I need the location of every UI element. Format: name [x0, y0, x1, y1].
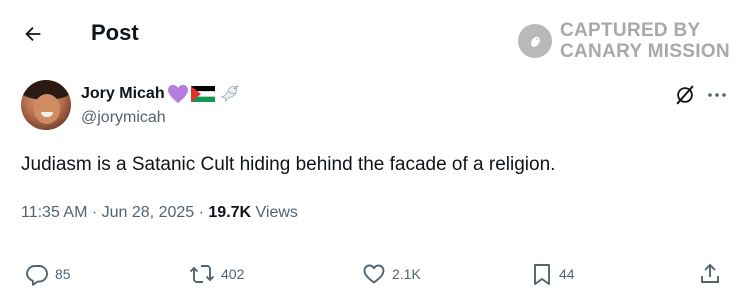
watermark-line-1: CAPTURED BY	[560, 20, 701, 41]
arrow-left-icon	[25, 26, 41, 42]
reply-count: 85	[55, 266, 71, 282]
top-header: Post CAPTURED BY CANARY MISSION	[0, 0, 750, 66]
views-count[interactable]: 19.7K	[208, 204, 251, 221]
repost-button[interactable]: 402	[189, 262, 244, 286]
meta-separator: ·	[87, 204, 102, 221]
more-dots-icon	[708, 93, 726, 97]
canary-logo-icon	[518, 24, 552, 58]
meta-separator: ·	[194, 204, 209, 221]
like-count: 2.1K	[392, 266, 421, 282]
share-icon	[701, 263, 719, 283]
heart-icon	[363, 264, 385, 284]
reply-button[interactable]: 85	[25, 262, 71, 286]
bookmark-count: 44	[559, 266, 575, 282]
action-bar: 85 402 2.1K 44	[0, 262, 750, 292]
name-emojis	[167, 84, 241, 104]
page-title: Post	[91, 20, 139, 45]
tweet-meta: 11:35 AM · Jun 28, 2025 · 19.7K Views	[21, 204, 298, 222]
tweet-date[interactable]: Jun 28, 2025	[102, 204, 195, 221]
avatar[interactable]	[21, 80, 71, 130]
reply-icon	[26, 265, 48, 286]
more-options-button[interactable]	[706, 84, 728, 106]
author-name[interactable]: Jory Micah	[81, 84, 241, 104]
watermark-line-2: CANARY MISSION	[560, 41, 730, 62]
grok-button[interactable]	[674, 84, 696, 106]
palestine-flag-icon	[190, 86, 215, 102]
repost-count: 402	[221, 266, 245, 282]
like-button[interactable]: 2.1K	[362, 262, 421, 286]
share-button[interactable]	[698, 262, 722, 286]
dove-icon	[220, 85, 239, 103]
watermark-text: CAPTURED BY CANARY MISSION	[560, 20, 730, 62]
tweet-text: Judiasm is a Satanic Cult hiding behind …	[21, 154, 556, 175]
bookmark-button[interactable]: 44	[531, 262, 575, 286]
bookmark-icon	[534, 264, 550, 285]
back-button[interactable]	[18, 19, 48, 49]
grok-icon	[676, 85, 694, 105]
purple-heart-icon	[167, 84, 188, 104]
tweet-time[interactable]: 11:35 AM	[21, 204, 87, 221]
author-handle[interactable]: @jorymicah	[81, 109, 166, 127]
views-label: Views	[251, 204, 298, 221]
watermark: CAPTURED BY CANARY MISSION	[518, 20, 730, 62]
repost-icon	[189, 265, 215, 283]
author-name-text[interactable]: Jory Micah	[81, 85, 165, 103]
